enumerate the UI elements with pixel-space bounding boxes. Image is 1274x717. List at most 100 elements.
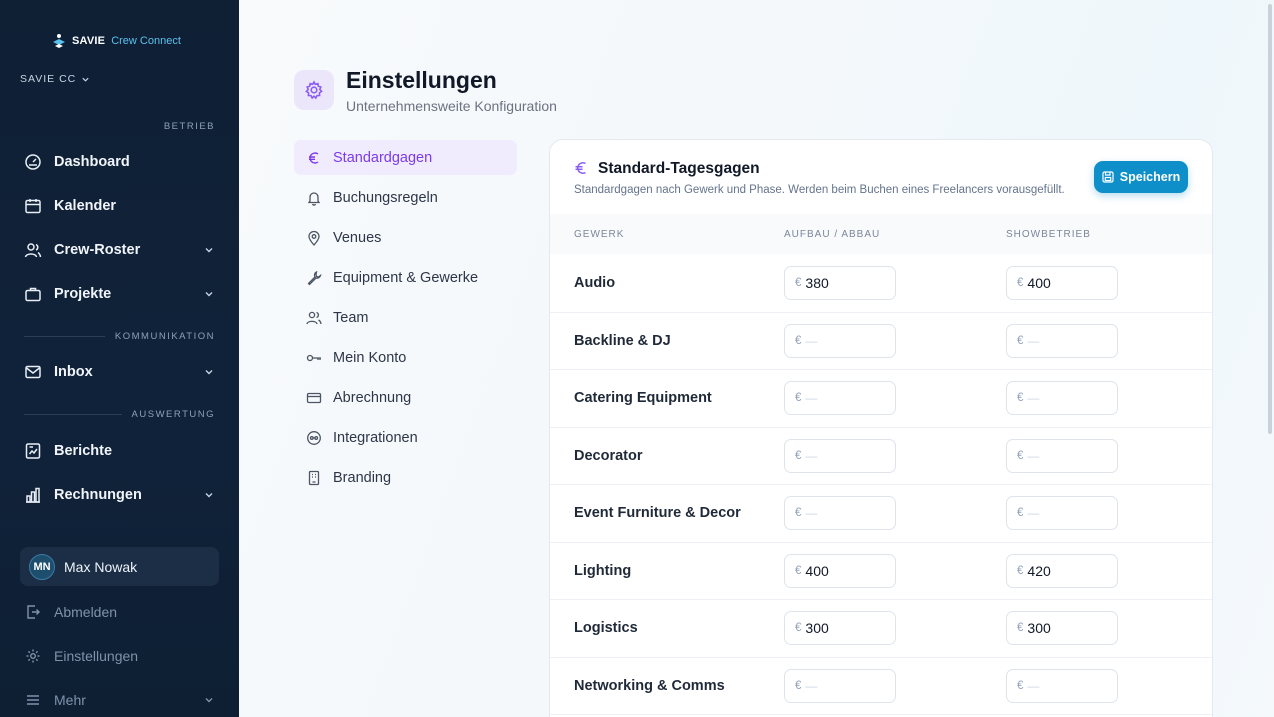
rate-value: 300 <box>805 620 829 636</box>
currency-symbol: € <box>1017 622 1024 634</box>
aufbau-rate-input[interactable]: € — <box>784 438 896 473</box>
page-subtitle: Unternehmensweite Konfiguration <box>346 98 557 114</box>
link-icon <box>306 430 322 446</box>
currency-symbol: € <box>1017 449 1024 462</box>
chevron-down-icon <box>82 77 89 82</box>
more-label: Mehr <box>54 692 86 708</box>
table-row: Decorator € — € — <box>550 428 1212 485</box>
divider <box>24 336 105 337</box>
rates-table-body: Audio €380 €400 Backline & DJ € — € — Catering E… <box>550 255 1212 715</box>
sidebar-item-label: Dashboard <box>54 154 130 170</box>
sidebar-item-rechnungen[interactable]: Rechnungen <box>24 483 215 507</box>
table-row: Audio €380 €400 <box>550 255 1212 313</box>
brand-logo[interactable]: SAVIE Crew Connect <box>52 33 181 49</box>
brand-name: SAVIE <box>72 35 106 47</box>
currency-symbol: € <box>1017 679 1024 692</box>
sidebar-item-crew-roster[interactable]: Crew-Roster <box>24 238 215 262</box>
show-rate-input[interactable]: € — <box>1006 496 1118 530</box>
gear-icon <box>305 80 323 100</box>
column-header-gewerk: GEWERK <box>574 229 625 240</box>
sidebar-item-label: Projekte <box>54 286 112 302</box>
table-row: Lighting €400 €420 <box>550 543 1212 600</box>
chevron-down-icon <box>203 244 215 256</box>
sidebar-item-inbox[interactable]: Inbox <box>24 360 215 384</box>
settings-nav-branding[interactable]: Branding <box>294 460 517 495</box>
currency-symbol: € <box>795 679 802 692</box>
more-menu[interactable]: Mehr <box>24 689 215 711</box>
settings-link[interactable]: Einstellungen <box>24 645 215 667</box>
euro-icon <box>574 160 588 181</box>
show-rate-input[interactable]: €300 <box>1006 611 1118 645</box>
show-rate-input[interactable]: € — <box>1006 323 1118 358</box>
sidebar-item-berichte[interactable]: Berichte <box>24 439 215 463</box>
rate-placeholder: — <box>805 333 818 348</box>
gear-icon <box>24 647 42 665</box>
page-scrollbar[interactable] <box>1266 0 1274 717</box>
sidebar-item-projekte[interactable]: Projekte <box>24 282 215 306</box>
user-profile-card[interactable]: MN Max Nowak <box>20 547 219 586</box>
gewerk-name: Networking & Comms <box>574 677 725 694</box>
aufbau-rate-input[interactable]: € — <box>784 323 896 358</box>
report-icon <box>24 442 42 460</box>
table-row: Logistics €300 €300 <box>550 600 1212 658</box>
rate-placeholder: — <box>805 506 818 520</box>
rate-placeholder: — <box>805 391 818 405</box>
show-rate-input[interactable]: €400 <box>1006 266 1118 300</box>
wrench-icon <box>306 270 322 286</box>
brand-tagline: Crew Connect <box>111 35 181 47</box>
aufbau-rate-input[interactable]: € — <box>784 496 896 530</box>
settings-nav-standardgagen[interactable]: Standardgagen <box>294 140 517 175</box>
card-description: Standardgagen nach Gewerk und Phase. Wer… <box>574 184 1065 196</box>
gewerk-name: Lighting <box>574 562 632 579</box>
main-content: Einstellungen Unternehmensweite Konfigur… <box>239 0 1274 717</box>
sidebar-item-kalender[interactable]: Kalender <box>24 194 215 218</box>
settings-nav-label: Team <box>333 309 369 326</box>
rate-value: 400 <box>1027 275 1051 291</box>
aufbau-rate-input[interactable]: €300 <box>784 611 896 645</box>
currency-symbol: € <box>1017 564 1024 577</box>
settings-nav-abrechnung[interactable]: Abrechnung <box>294 380 517 415</box>
aufbau-rate-input[interactable]: €400 <box>784 553 896 588</box>
sidebar-item-label: Crew-Roster <box>54 242 141 258</box>
settings-nav-team[interactable]: Team <box>294 300 517 335</box>
logout-link[interactable]: Abmelden <box>24 601 215 623</box>
settings-nav-integrationen[interactable]: Integrationen <box>294 420 517 455</box>
settings-nav-mein-konto[interactable]: Mein Konto <box>294 340 517 375</box>
calendar-icon <box>24 197 42 215</box>
settings-nav-label: Abrechnung <box>333 389 412 406</box>
org-label: SAVIE CC <box>20 73 77 85</box>
sidebar-item-label: Rechnungen <box>54 487 142 503</box>
credit-card-icon <box>306 390 322 406</box>
rate-placeholder: — <box>1027 678 1040 693</box>
show-rate-input[interactable]: € — <box>1006 381 1118 415</box>
chevron-down-icon <box>203 694 215 706</box>
settings-nav-equipment-gewerke[interactable]: Equipment & Gewerke <box>294 260 517 295</box>
scrollbar-thumb[interactable] <box>1268 4 1272 434</box>
chevron-down-icon <box>203 288 215 300</box>
divider <box>24 414 122 415</box>
save-button[interactable]: Speichern <box>1094 161 1188 193</box>
org-switcher[interactable]: SAVIE CC <box>20 73 90 85</box>
sidebar-item-dashboard[interactable]: Dashboard <box>24 150 215 174</box>
settings-nav-label: Venues <box>333 229 382 246</box>
section-label-auswertung: AUSWERTUNG <box>24 409 215 420</box>
settings-nav-label: Equipment & Gewerke <box>333 269 479 286</box>
show-rate-input[interactable]: €420 <box>1006 553 1118 588</box>
aufbau-rate-input[interactable]: € — <box>784 381 896 415</box>
sidebar-item-label: Berichte <box>54 443 113 459</box>
table-header: GEWERK AUFBAU / ABBAU SHOWBETRIEB <box>550 214 1212 254</box>
aufbau-rate-input[interactable]: €380 <box>784 266 896 300</box>
building-icon <box>306 470 322 486</box>
rate-placeholder: — <box>1027 391 1040 405</box>
show-rate-input[interactable]: € — <box>1006 668 1118 703</box>
show-rate-input[interactable]: € — <box>1006 438 1118 473</box>
settings-nav-buchungsregeln[interactable]: Buchungsregeln <box>294 180 517 215</box>
aufbau-rate-input[interactable]: € — <box>784 668 896 703</box>
section-label-kommunikation: KOMMUNIKATION <box>24 331 215 342</box>
currency-symbol: € <box>1017 392 1024 404</box>
key-icon <box>306 350 322 366</box>
currency-symbol: € <box>795 564 802 577</box>
settings-nav-venues[interactable]: Venues <box>294 220 517 255</box>
column-header-show: SHOWBETRIEB <box>1006 229 1091 240</box>
rate-value: 300 <box>1027 620 1051 636</box>
